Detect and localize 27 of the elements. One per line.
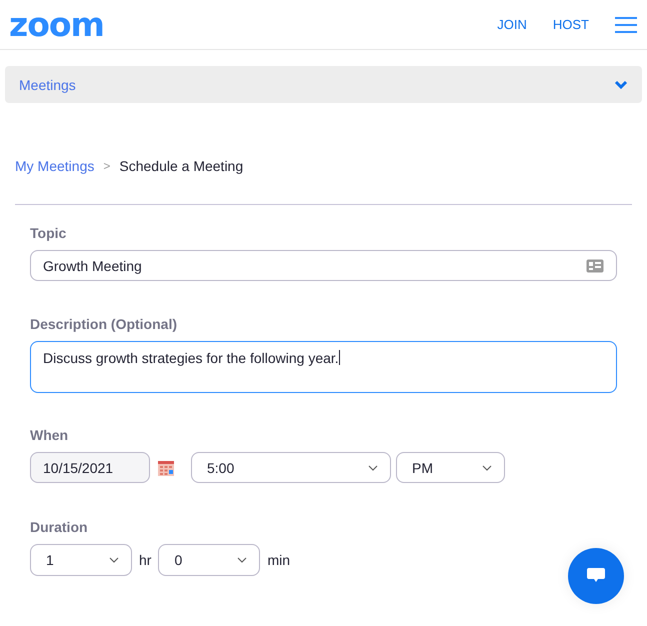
section-dropdown[interactable]: Meetings xyxy=(5,66,642,103)
chevron-icon xyxy=(237,557,248,563)
field-label: Duration xyxy=(30,519,89,535)
breadcrumb-link[interactable]: My Meetings xyxy=(15,158,94,174)
chevron-icon xyxy=(482,464,492,470)
time-select[interactable]: 5:00 xyxy=(191,452,391,483)
breadcrumb-current: Schedule a Meeting xyxy=(119,158,244,174)
unit-label: min xyxy=(267,552,290,568)
period-select[interactable]: PM xyxy=(396,452,505,483)
hours-select[interactable]: 1 xyxy=(30,544,132,576)
topic-field[interactable]: Growth Meeting xyxy=(30,250,617,281)
contact-card-icon[interactable] xyxy=(586,258,604,272)
chevron-icon xyxy=(368,464,378,470)
description-field[interactable]: Discuss growth strategies for the following year. xyxy=(30,341,617,393)
field-label: Topic xyxy=(30,225,68,241)
minutes-select[interactable]: 0 xyxy=(158,544,260,576)
header-link[interactable]: JOIN xyxy=(497,17,527,32)
chevron-icon xyxy=(614,80,628,90)
breadcrumb-separator: > xyxy=(103,159,110,173)
header-link[interactable]: HOST xyxy=(552,17,589,32)
chevron-icon xyxy=(109,557,119,563)
menu-icon[interactable] xyxy=(615,16,637,32)
unit-label: hr xyxy=(139,552,152,568)
field-label: Description (Optional) xyxy=(30,316,178,332)
field-label: When xyxy=(30,427,70,443)
date-field[interactable]: 10/15/2021 xyxy=(30,452,150,483)
calendar-icon[interactable] xyxy=(158,460,174,476)
